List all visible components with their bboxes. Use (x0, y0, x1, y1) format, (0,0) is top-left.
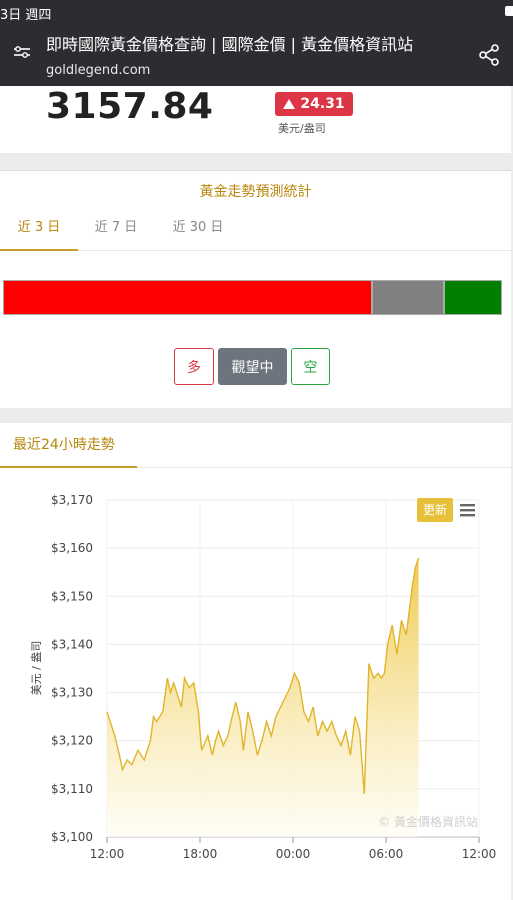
up-arrow-icon (283, 99, 296, 109)
y-axis-ticks: $3,100 $3,110 $3,120 $3,130 $3,140 $3,150 $3,1… (51, 493, 93, 844)
y-axis-label: 美元 / 盎司 (29, 641, 43, 696)
tab-3-days[interactable]: 近 3 日 (0, 209, 78, 251)
price-change-badge: 24.31 (275, 92, 353, 116)
status-bar: 3日 週四 (0, 0, 513, 24)
y-tick-label: $3,120 (51, 734, 93, 748)
x-tick-label: 00:00 (276, 847, 311, 861)
gold-24h-chart: $3,100 $3,110 $3,120 $3,130 $3,140 $3,150 $3,1… (29, 493, 497, 861)
y-tick-label: $3,160 (51, 541, 93, 555)
chart-watermark: © 黃金價格資訊站 (378, 814, 478, 829)
tab-30-days[interactable]: 近 30 日 (160, 209, 236, 251)
share-icon[interactable] (479, 44, 499, 66)
tab-24h-trend[interactable]: 最近24小時走勢 (0, 423, 137, 468)
short-button[interactable]: 空 (291, 348, 330, 385)
x-tick-label: 18:00 (183, 847, 218, 861)
y-tick-label: $3,150 (51, 589, 93, 603)
refresh-label: 更新 (423, 502, 447, 517)
tab-7-days[interactable]: 近 7 日 (83, 209, 149, 251)
short-segment (444, 280, 502, 315)
long-segment (3, 280, 372, 315)
long-button[interactable]: 多 (174, 348, 214, 385)
price-unit: 美元/盎司 (278, 122, 326, 135)
price-change-value: 24.31 (300, 96, 345, 112)
y-tick-label: $3,140 (51, 637, 93, 651)
x-axis-ticks: 12:00 18:00 00:00 06:00 12:00 (90, 837, 497, 861)
wait-segment (372, 280, 444, 315)
url-text[interactable]: goldlegend.com (46, 63, 150, 78)
forecast-card: 黃金走勢預測統計 近 3 日 近 7 日 近 30 日 多 觀望中 空 (0, 170, 511, 408)
x-tick-label: 06:00 (369, 847, 404, 861)
forecast-progress-bar (3, 280, 502, 315)
price-area (107, 557, 419, 837)
status-indicator-icon (505, 6, 513, 16)
forecast-tabs: 近 3 日 近 7 日 近 30 日 (0, 209, 511, 251)
browser-header: 即時國際黃金價格查詢 | 國際金價 | 黃金價格資訊站 goldlegend.c… (0, 24, 513, 86)
page-title: 即時國際黃金價格查詢 | 國際金價 | 黃金價格資訊站 (46, 35, 414, 54)
wait-button[interactable]: 觀望中 (218, 348, 287, 385)
y-tick-label: $3,110 (51, 782, 93, 796)
gold-price: 3157.84 (46, 86, 214, 127)
status-time: 3日 週四 (0, 8, 52, 23)
y-tick-label: $3,130 (51, 686, 93, 700)
x-tick-label: 12:00 (90, 847, 125, 861)
y-tick-label: $3,100 (51, 830, 93, 844)
hamburger-menu-icon[interactable] (460, 504, 475, 517)
y-tick-label: $3,170 (51, 493, 93, 507)
forecast-title: 黃金走勢預測統計 (199, 184, 312, 200)
price-card: 3157.84 24.31 美元/盎司 (0, 86, 511, 153)
x-tick-label: 12:00 (462, 847, 497, 861)
tune-icon[interactable] (13, 44, 31, 60)
